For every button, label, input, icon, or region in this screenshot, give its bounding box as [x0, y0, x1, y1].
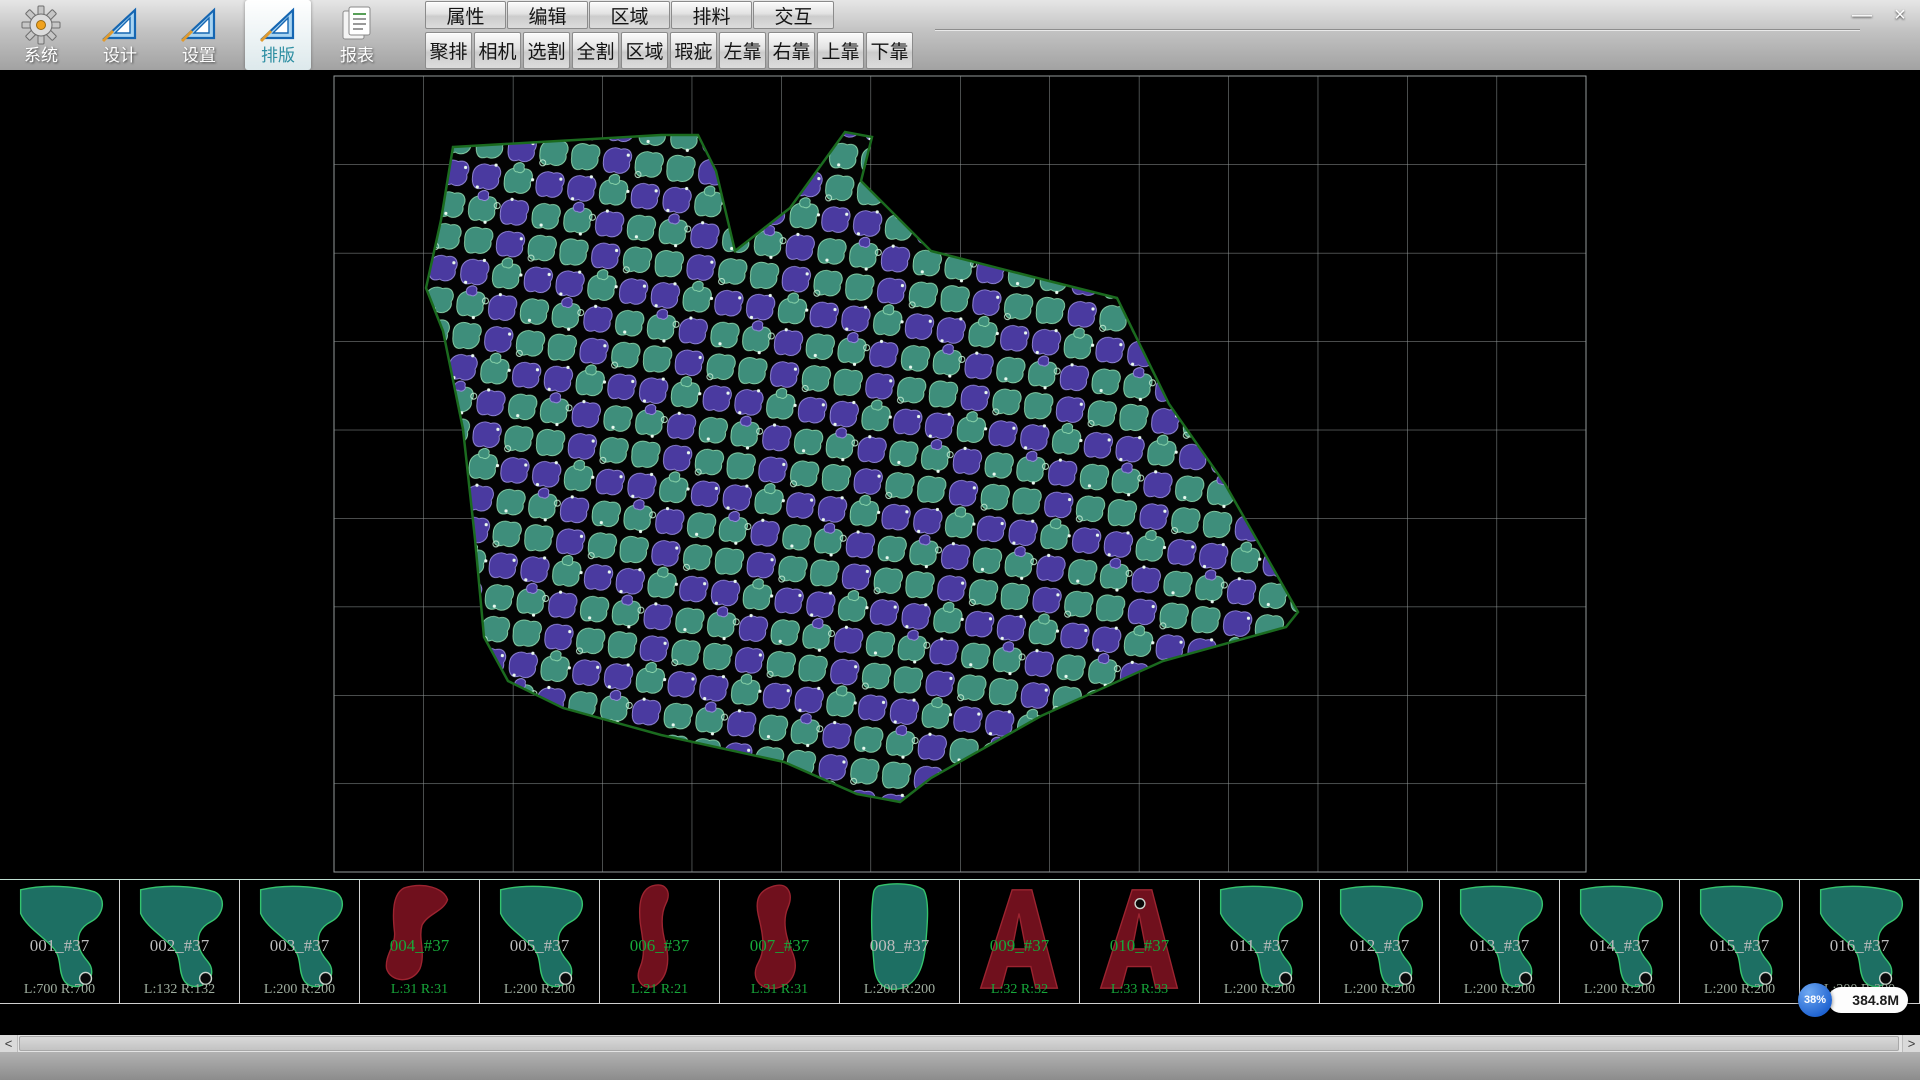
- piece-id-label: 004_#37: [360, 936, 479, 956]
- menu-edit[interactable]: 编辑: [507, 1, 588, 29]
- tool-cut-all[interactable]: 全割: [572, 32, 619, 69]
- horizontal-scrollbar[interactable]: < >: [0, 1035, 1920, 1052]
- piece-id-label: 008_#37: [840, 936, 959, 956]
- piece-id-label: 005_#37: [480, 936, 599, 956]
- piece-id-label: 010_#37: [1080, 936, 1199, 956]
- piece-lr-label: L:200 R:200: [1560, 982, 1679, 998]
- piece-thumbnail[interactable]: 001_#37 L:700 R:700: [0, 880, 120, 1003]
- piece-lr-label: L:200 R:200: [240, 982, 359, 998]
- menu-area: 属性 编辑 区域 排料 交互 聚排 相机 选割 全割 区域 瑕疵 左靠 右靠 上…: [425, 0, 915, 70]
- nesting-canvas[interactable]: [0, 70, 1920, 879]
- menu-nesting[interactable]: 排料: [671, 1, 752, 29]
- nav-tabs: 系统 设计 设置: [0, 0, 403, 70]
- piece-lr-label: L:700 R:700: [0, 982, 119, 998]
- nav-tab-label: 设置: [182, 46, 216, 65]
- piece-lr-label: L:200 R:200: [1200, 982, 1319, 998]
- piece-lr-label: L:32 R:32: [960, 982, 1079, 998]
- piece-id-label: 016_#37: [1800, 936, 1919, 956]
- nav-tab-report[interactable]: 报表: [324, 0, 390, 70]
- menu-interaction[interactable]: 交互: [753, 1, 834, 29]
- window-controls: — ×: [1850, 4, 1912, 26]
- nav-tab-settings[interactable]: 设置: [166, 0, 232, 70]
- nav-tab-layout[interactable]: 排版: [245, 0, 311, 70]
- set-square-icon: [179, 5, 219, 45]
- piece-lr-label: L:200 R:200: [1680, 982, 1799, 998]
- scrollbar-thumb[interactable]: [19, 1036, 1899, 1051]
- piece-id-label: 009_#37: [960, 936, 1079, 956]
- piece-thumbnail[interactable]: 004_#37 L:31 R:31: [360, 880, 480, 1003]
- memory-value: 384.8M: [1852, 992, 1899, 1008]
- piece-thumbnail[interactable]: 010_#37 L:33 R:33: [1080, 880, 1200, 1003]
- piece-id-label: 012_#37: [1320, 936, 1439, 956]
- piece-id-label: 001_#37: [0, 936, 119, 956]
- piece-id-label: 014_#37: [1560, 936, 1679, 956]
- app-window: 系统 设计 设置: [0, 0, 1920, 1080]
- pieces-strip: 001_#37 L:700 R:700 002_#37 L:132 R:132 …: [0, 879, 1920, 1004]
- piece-lr-label: L:21 R:21: [600, 982, 719, 998]
- nav-tab-label: 设计: [103, 46, 137, 65]
- nav-tab-label: 报表: [340, 46, 374, 65]
- tool-defect[interactable]: 瑕疵: [670, 32, 717, 69]
- piece-lr-label: L:31 R:31: [360, 982, 479, 998]
- window-bottom-frame: [0, 1052, 1920, 1080]
- piece-id-label: 002_#37: [120, 936, 239, 956]
- memory-pill: 384.8M: [1828, 987, 1908, 1013]
- menu-properties[interactable]: 属性: [425, 1, 506, 29]
- scroll-left-arrow[interactable]: <: [0, 1035, 18, 1052]
- piece-id-label: 015_#37: [1680, 936, 1799, 956]
- gear-icon: [21, 5, 61, 45]
- piece-thumbnail[interactable]: 002_#37 L:132 R:132: [120, 880, 240, 1003]
- memory-badge[interactable]: 384.8M 38%: [1798, 983, 1908, 1017]
- piece-lr-label: L:31 R:31: [720, 982, 839, 998]
- tool-row: 聚排 相机 选割 全割 区域 瑕疵 左靠 右靠 上靠 下靠: [425, 30, 915, 70]
- menu-row: 属性 编辑 区域 排料 交互: [425, 0, 915, 30]
- tool-region[interactable]: 区域: [621, 32, 668, 69]
- piece-thumbnail[interactable]: 003_#37 L:200 R:200: [240, 880, 360, 1003]
- piece-thumbnail[interactable]: 006_#37 L:21 R:21: [600, 880, 720, 1003]
- progress-circle: 38%: [1798, 983, 1832, 1017]
- set-square-icon: [258, 5, 298, 45]
- tool-snap-top[interactable]: 上靠: [817, 32, 864, 69]
- tool-select-cut[interactable]: 选割: [523, 32, 570, 69]
- piece-thumbnail[interactable]: 011_#37 L:200 R:200: [1200, 880, 1320, 1003]
- tool-snap-bottom[interactable]: 下靠: [866, 32, 913, 69]
- piece-lr-label: L:200 R:200: [1440, 982, 1559, 998]
- piece-id-label: 003_#37: [240, 936, 359, 956]
- close-button[interactable]: ×: [1888, 4, 1912, 26]
- piece-thumbnail[interactable]: 008_#37 L:200 R:200: [840, 880, 960, 1003]
- nav-tab-label: 系统: [24, 46, 58, 65]
- piece-thumbnail[interactable]: 015_#37 L:200 R:200: [1680, 880, 1800, 1003]
- piece-thumbnail[interactable]: 007_#37 L:31 R:31: [720, 880, 840, 1003]
- piece-id-label: 007_#37: [720, 936, 839, 956]
- set-square-icon: [100, 5, 140, 45]
- tool-camera[interactable]: 相机: [474, 32, 521, 69]
- piece-lr-label: L:200 R:200: [840, 982, 959, 998]
- nav-tab-label: 排版: [261, 46, 295, 65]
- piece-id-label: 006_#37: [600, 936, 719, 956]
- piece-thumbnail[interactable]: 013_#37 L:200 R:200: [1440, 880, 1560, 1003]
- nav-tab-system[interactable]: 系统: [8, 0, 74, 70]
- toolbar-spacer: [915, 0, 1920, 70]
- menu-region[interactable]: 区域: [589, 1, 670, 29]
- report-icon: [337, 5, 377, 45]
- progress-percent: 38%: [1804, 994, 1826, 1006]
- piece-thumbnail[interactable]: 014_#37 L:200 R:200: [1560, 880, 1680, 1003]
- piece-id-label: 011_#37: [1200, 936, 1319, 956]
- piece-lr-label: L:200 R:200: [480, 982, 599, 998]
- piece-lr-label: L:200 R:200: [1320, 982, 1439, 998]
- toolbar: 系统 设计 设置: [0, 0, 1920, 70]
- piece-id-label: 013_#37: [1440, 936, 1559, 956]
- tool-snap-right[interactable]: 右靠: [768, 32, 815, 69]
- tool-cluster-nest[interactable]: 聚排: [425, 32, 472, 69]
- piece-lr-label: L:33 R:33: [1080, 982, 1199, 998]
- piece-lr-label: L:132 R:132: [120, 982, 239, 998]
- scroll-right-arrow[interactable]: >: [1902, 1035, 1920, 1052]
- piece-thumbnail[interactable]: 005_#37 L:200 R:200: [480, 880, 600, 1003]
- piece-thumbnail[interactable]: 009_#37 L:32 R:32: [960, 880, 1080, 1003]
- tool-snap-left[interactable]: 左靠: [719, 32, 766, 69]
- minimize-button[interactable]: —: [1850, 4, 1874, 26]
- piece-thumbnail[interactable]: 012_#37 L:200 R:200: [1320, 880, 1440, 1003]
- nav-tab-design[interactable]: 设计: [87, 0, 153, 70]
